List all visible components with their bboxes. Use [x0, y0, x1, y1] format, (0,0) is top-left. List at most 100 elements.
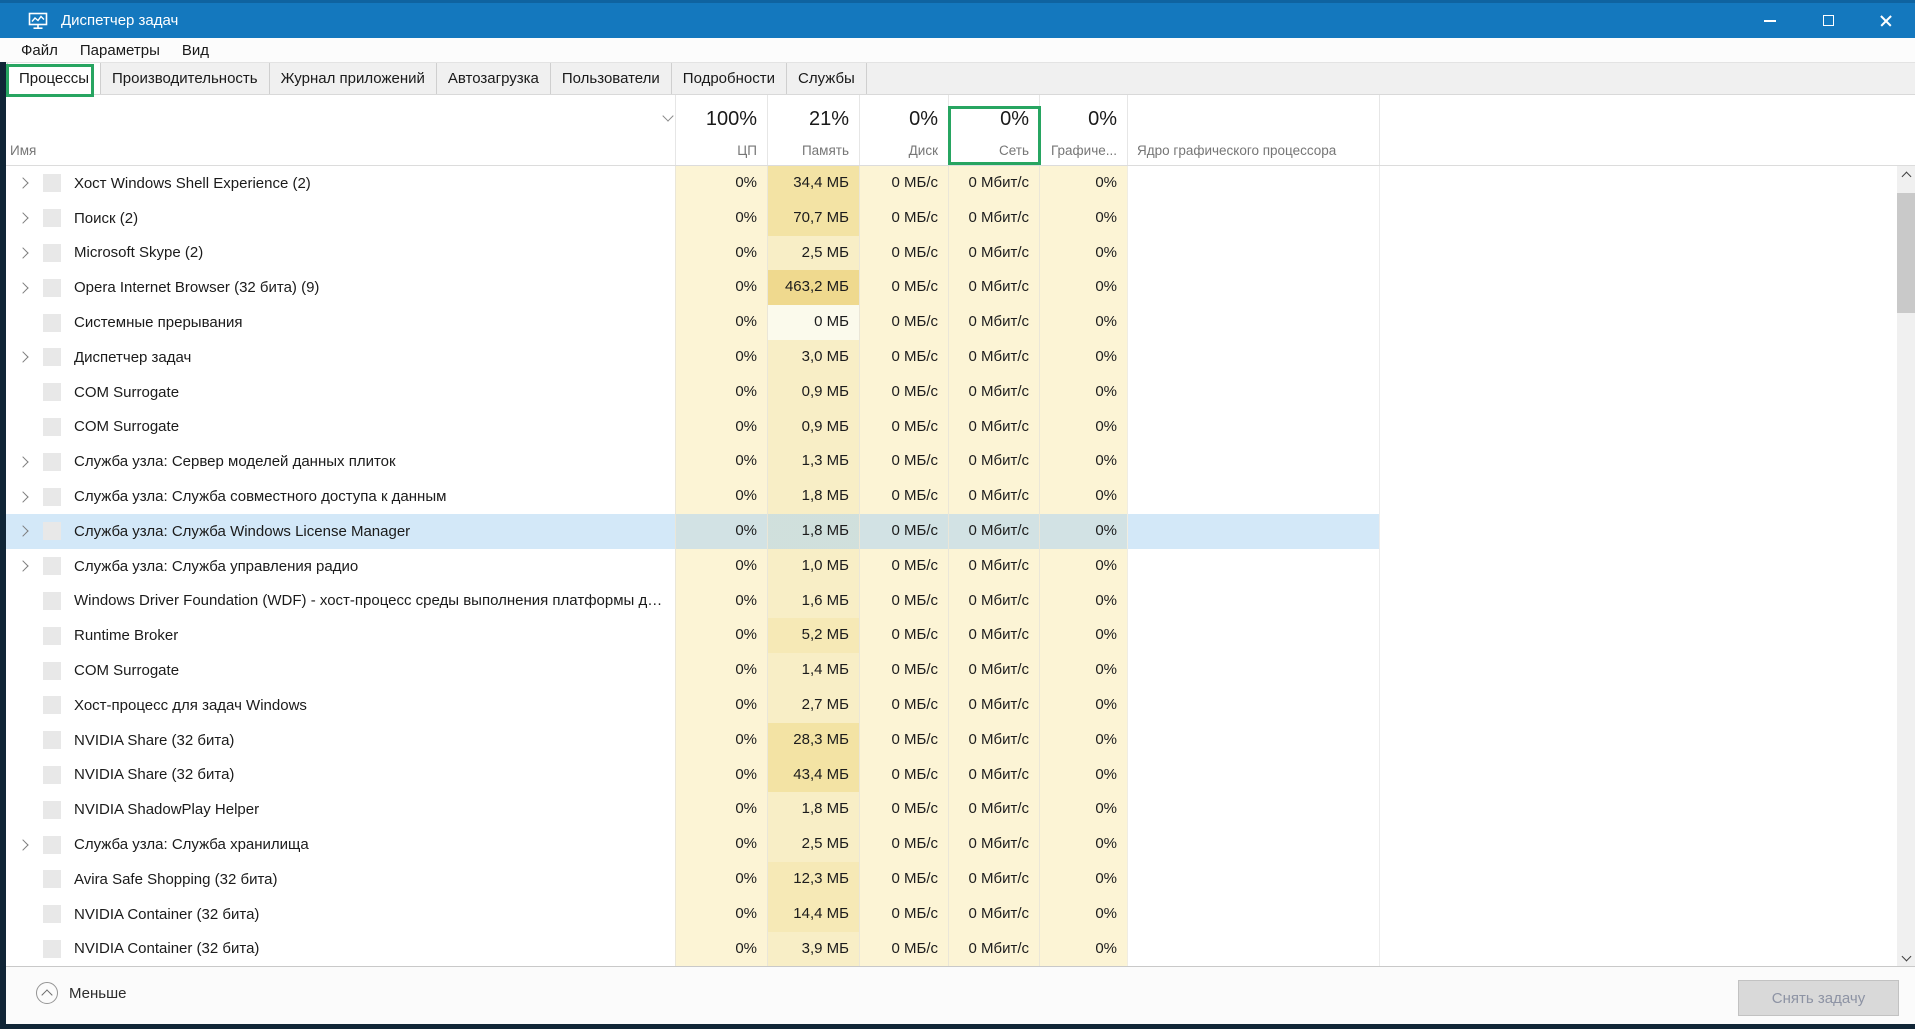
- process-name: Opera Internet Browser (32 бита) (9): [74, 279, 325, 296]
- memory-cell: 14,4 МБ: [767, 897, 859, 932]
- gpu-cell: 0%: [1039, 340, 1127, 375]
- scrollbar-down-icon: [1901, 951, 1911, 961]
- gpu-cell: 0%: [1039, 792, 1127, 827]
- expand-chevron-icon[interactable]: [16, 281, 30, 295]
- memory-cell: 1,8 МБ: [767, 514, 859, 549]
- network-cell: 0 Мбит/с: [948, 375, 1039, 410]
- process-name: Microsoft Skype (2): [74, 244, 209, 261]
- disk-cell: 0 МБ/с: [859, 723, 948, 758]
- maximize-button[interactable]: [1799, 3, 1857, 38]
- minimize-button[interactable]: [1741, 3, 1799, 38]
- process-row[interactable]: COM Surrogate0%0,9 МБ0 МБ/с0 Мбит/с0%: [0, 410, 1380, 445]
- process-row[interactable]: Системные прерывания0%0 МБ0 МБ/с0 Мбит/с…: [0, 305, 1380, 340]
- network-cell: 0 Мбит/с: [948, 862, 1039, 897]
- column-header-network[interactable]: 0%Сеть: [948, 95, 1039, 165]
- scrollbar-up-button[interactable]: [1897, 166, 1915, 183]
- memory-cell: 463,2 МБ: [767, 270, 859, 305]
- vertical-scrollbar[interactable]: [1897, 166, 1915, 966]
- tab-details[interactable]: Подробности: [672, 63, 787, 94]
- process-name-cell: COM Surrogate: [0, 375, 675, 410]
- disk-cell: 0 МБ/с: [859, 444, 948, 479]
- process-row[interactable]: Opera Internet Browser (32 бита) (9)0%46…: [0, 270, 1380, 305]
- column-header-cpu[interactable]: 100%ЦП: [675, 95, 767, 165]
- memory-cell: 1,8 МБ: [767, 792, 859, 827]
- process-name: COM Surrogate: [74, 418, 185, 435]
- disk-cell: 0 МБ/с: [859, 166, 948, 201]
- expand-spacer: [16, 733, 30, 747]
- scrollbar-up-icon: [1901, 171, 1911, 181]
- column-header-name[interactable]: Имя: [0, 95, 675, 165]
- process-row-selected[interactable]: Служба узла: Служба Windows License Mana…: [0, 514, 1380, 549]
- memory-cell: 3,9 МБ: [767, 932, 859, 966]
- memory-usage-value: 21%: [809, 108, 849, 131]
- process-name: Хост-процесс для задач Windows: [74, 697, 313, 714]
- expand-chevron-icon[interactable]: [16, 838, 30, 852]
- fewer-details-button[interactable]: Меньше: [36, 982, 126, 1004]
- column-header-gpu-core[interactable]: Ядро графического процессора: [1127, 95, 1380, 165]
- tab-services[interactable]: Службы: [787, 63, 867, 94]
- process-row[interactable]: Служба узла: Служба управления радио0%1,…: [0, 549, 1380, 584]
- tab-startup[interactable]: Автозагрузка: [437, 63, 551, 94]
- scrollbar-down-button[interactable]: [1897, 949, 1915, 966]
- tab-users[interactable]: Пользователи: [551, 63, 672, 94]
- scrollbar-thumb[interactable]: [1897, 193, 1915, 313]
- process-icon: [43, 836, 61, 854]
- gpu-cell: 0%: [1039, 444, 1127, 479]
- network-cell: 0 Мбит/с: [948, 166, 1039, 201]
- column-header-disk[interactable]: 0%Диск: [859, 95, 948, 165]
- tab-performance[interactable]: Производительность: [101, 63, 270, 94]
- process-row[interactable]: Поиск (2)0%70,7 МБ0 МБ/с0 Мбит/с0%: [0, 201, 1380, 236]
- network-cell: 0 Мбит/с: [948, 514, 1039, 549]
- expand-chevron-icon[interactable]: [16, 246, 30, 260]
- process-row[interactable]: Avira Safe Shopping (32 бита)0%12,3 МБ0 …: [0, 862, 1380, 897]
- cpu-cell: 0%: [675, 618, 767, 653]
- memory-cell: 0,9 МБ: [767, 410, 859, 445]
- process-row[interactable]: Служба узла: Служба хранилища0%2,5 МБ0 М…: [0, 827, 1380, 862]
- process-name-cell: Хост Windows Shell Experience (2): [0, 166, 675, 201]
- tab-processes[interactable]: Процессы: [7, 63, 101, 94]
- process-icon: [43, 557, 61, 575]
- process-row[interactable]: NVIDIA Container (32 бита)0%3,9 МБ0 МБ/с…: [0, 932, 1380, 966]
- window-title: Диспетчер задач: [61, 12, 178, 29]
- disk-cell: 0 МБ/с: [859, 549, 948, 584]
- process-row[interactable]: Служба узла: Сервер моделей данных плито…: [0, 444, 1380, 479]
- cpu-cell: 0%: [675, 723, 767, 758]
- gpu-core-cell: [1127, 514, 1380, 549]
- process-row[interactable]: COM Surrogate0%0,9 МБ0 МБ/с0 Мбит/с0%: [0, 375, 1380, 410]
- process-icon: [43, 383, 61, 401]
- process-row[interactable]: Хост-процесс для задач Windows0%2,7 МБ0 …: [0, 688, 1380, 723]
- expand-chevron-icon[interactable]: [16, 455, 30, 469]
- process-name-cell: NVIDIA Container (32 бита): [0, 932, 675, 966]
- process-row[interactable]: COM Surrogate0%1,4 МБ0 МБ/с0 Мбит/с0%: [0, 653, 1380, 688]
- column-header-gpu[interactable]: 0%Графиче...: [1039, 95, 1127, 165]
- process-row[interactable]: NVIDIA Container (32 бита)0%14,4 МБ0 МБ/…: [0, 897, 1380, 932]
- expand-chevron-icon[interactable]: [16, 559, 30, 573]
- process-row[interactable]: NVIDIA Share (32 бита)0%28,3 МБ0 МБ/с0 М…: [0, 723, 1380, 758]
- expand-chevron-icon[interactable]: [16, 524, 30, 538]
- expand-chevron-icon[interactable]: [16, 176, 30, 190]
- menu-item-file[interactable]: Файл: [10, 38, 69, 62]
- end-task-button[interactable]: Снять задачу: [1738, 980, 1899, 1016]
- process-icon: [43, 418, 61, 436]
- disk-cell: 0 МБ/с: [859, 479, 948, 514]
- process-row[interactable]: NVIDIA ShadowPlay Helper0%1,8 МБ0 МБ/с0 …: [0, 792, 1380, 827]
- process-row[interactable]: Служба узла: Служба совместного доступа …: [0, 479, 1380, 514]
- gpu-core-cell: [1127, 653, 1380, 688]
- process-icon: [43, 662, 61, 680]
- process-row[interactable]: Windows Driver Foundation (WDF) - хост-п…: [0, 584, 1380, 619]
- process-row[interactable]: Runtime Broker0%5,2 МБ0 МБ/с0 Мбит/с0%: [0, 618, 1380, 653]
- tab-app-history[interactable]: Журнал приложений: [270, 63, 437, 94]
- process-row[interactable]: Microsoft Skype (2)0%2,5 МБ0 МБ/с0 Мбит/…: [0, 236, 1380, 271]
- process-row[interactable]: Диспетчер задач0%3,0 МБ0 МБ/с0 Мбит/с0%: [0, 340, 1380, 375]
- column-header-memory[interactable]: 21%Память: [767, 95, 859, 165]
- process-row[interactable]: Хост Windows Shell Experience (2)0%34,4 …: [0, 166, 1380, 201]
- expand-chevron-icon[interactable]: [16, 350, 30, 364]
- expand-chevron-icon[interactable]: [16, 211, 30, 225]
- close-button[interactable]: [1857, 3, 1915, 38]
- expand-chevron-icon[interactable]: [16, 490, 30, 504]
- cpu-cell: 0%: [675, 758, 767, 793]
- menu-item-view[interactable]: Вид: [171, 38, 220, 62]
- menu-item-options[interactable]: Параметры: [69, 38, 171, 62]
- process-row[interactable]: NVIDIA Share (32 бита)0%43,4 МБ0 МБ/с0 М…: [0, 758, 1380, 793]
- cpu-cell: 0%: [675, 236, 767, 271]
